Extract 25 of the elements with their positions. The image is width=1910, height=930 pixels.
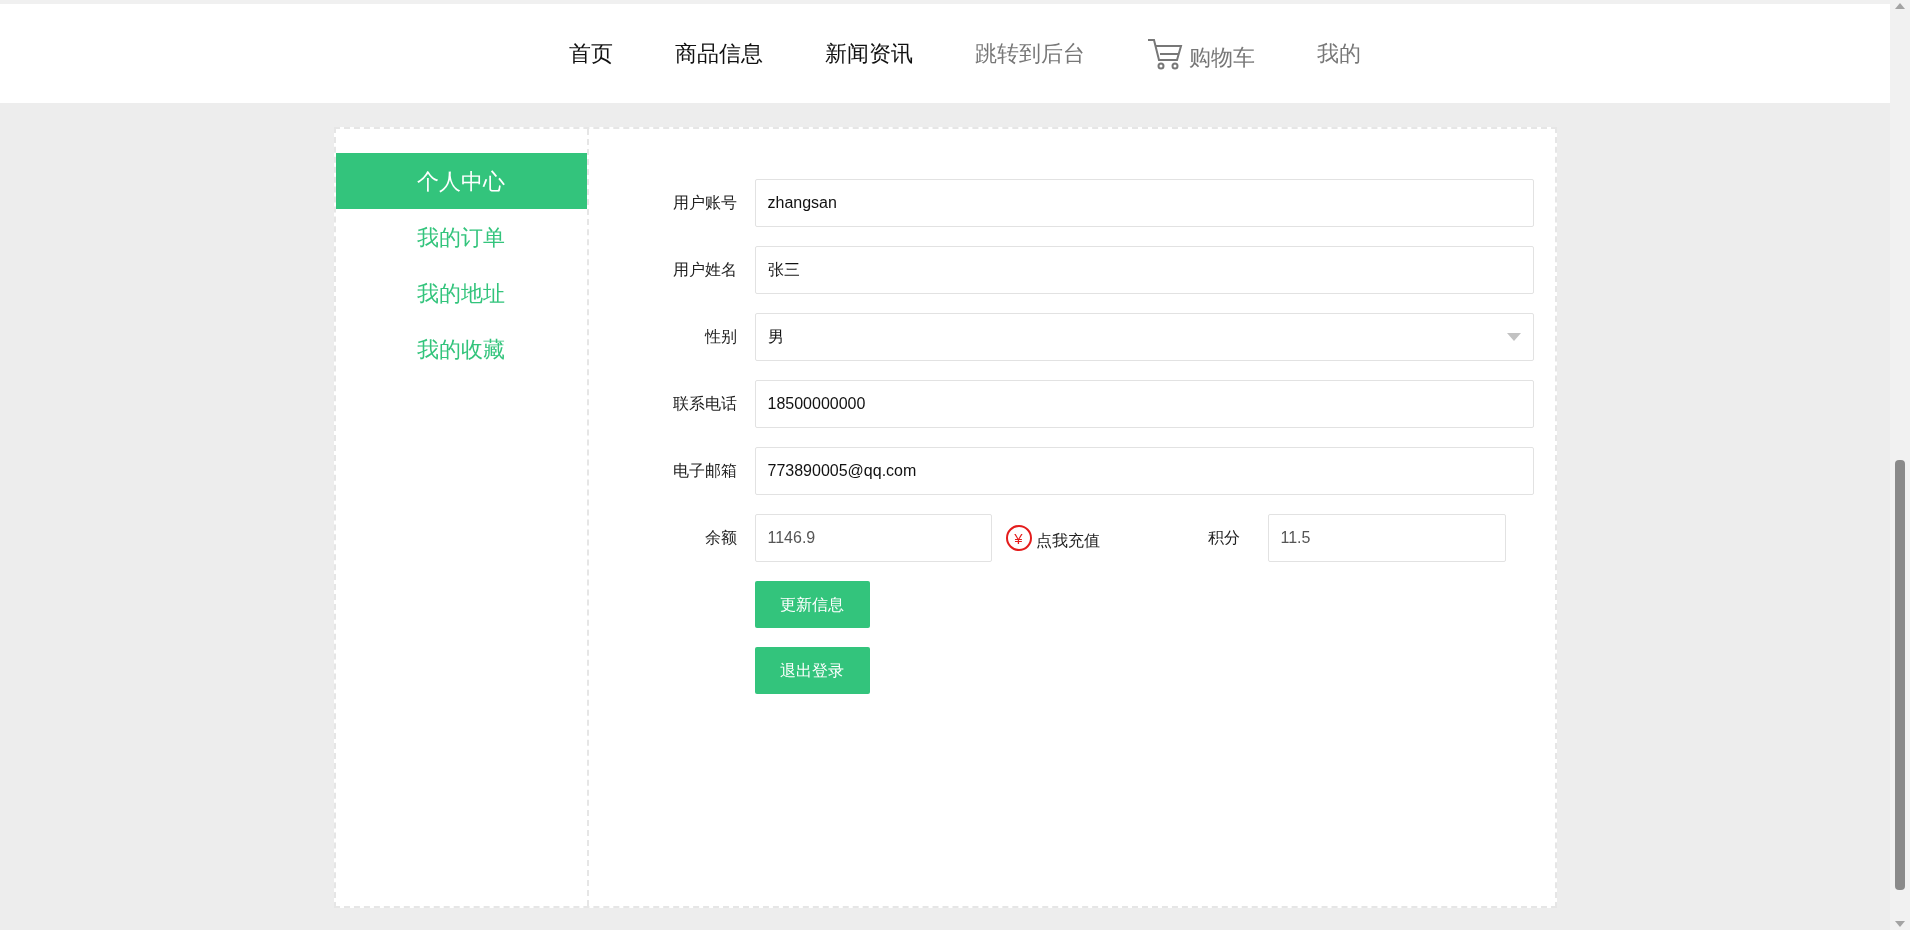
field-label: 余额 xyxy=(703,528,738,548)
nav-link[interactable]: 我的 xyxy=(1317,37,1361,70)
recharge-link[interactable]: ¥ 点我充值 xyxy=(1005,525,1176,551)
caret-icon xyxy=(1506,333,1521,341)
field-label: 用户账号 xyxy=(671,193,738,213)
scrollbar-drawing[interactable] xyxy=(1890,0,1910,930)
input-field[interactable]: 11.5 xyxy=(1267,514,1506,562)
nav-link[interactable]: 购物车 xyxy=(1147,37,1255,70)
field-label: 用户姓名 xyxy=(671,260,738,280)
field-label: 性别 xyxy=(703,327,738,347)
nav-link[interactable]: 新闻资讯 xyxy=(825,37,913,70)
input-field[interactable]: 张三 xyxy=(754,246,1534,294)
input-field[interactable]: 773890005@qq.com xyxy=(754,447,1534,495)
nav-link[interactable]: 首页 xyxy=(569,37,613,70)
nav-link[interactable]: 跳转到后台 xyxy=(975,37,1085,70)
input-field[interactable]: 1146.9 xyxy=(754,514,992,562)
field-label: 电子邮箱 xyxy=(671,461,738,481)
cart-icon xyxy=(1147,38,1183,70)
field-label: 联系电话 xyxy=(671,394,738,414)
gender-select[interactable]: 男 xyxy=(754,313,1534,361)
nav-link[interactable]: 商品信息 xyxy=(675,37,763,70)
input-field[interactable]: zhangsan xyxy=(754,179,1534,227)
yuan-icon: ¥ xyxy=(1005,525,1032,551)
input-field[interactable]: 18500000000 xyxy=(754,380,1534,428)
field-label: 积分 xyxy=(1206,528,1240,548)
